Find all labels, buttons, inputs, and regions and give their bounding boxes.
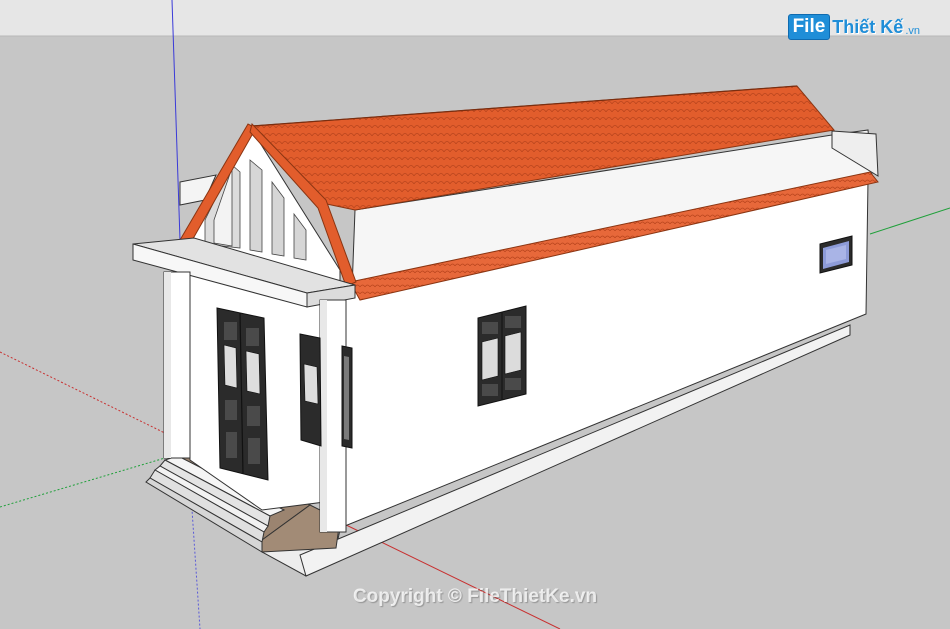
3d-model-viewport[interactable] <box>0 0 950 629</box>
logo-file-badge: File <box>787 14 831 40</box>
main-door <box>216 307 269 481</box>
logo-domain-suffix: .vn <box>905 25 920 37</box>
logo-brand-text: Thiết Kế <box>832 16 904 37</box>
side-window <box>477 305 527 407</box>
filethietke-logo[interactable]: File Thiết Kế .vn <box>787 14 920 40</box>
porch-column-left <box>163 271 191 459</box>
copyright-watermark: Copyright © FileThietKe.vn <box>352 586 598 607</box>
